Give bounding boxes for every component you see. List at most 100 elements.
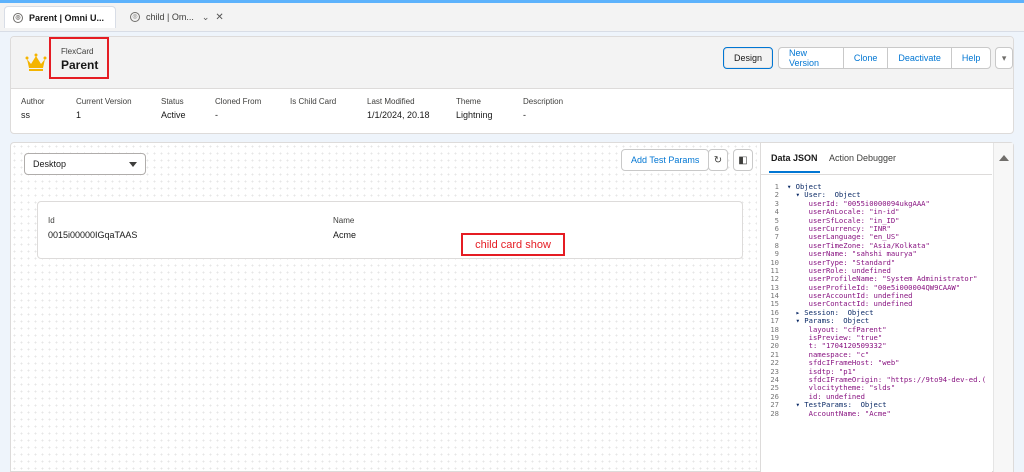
- json-line: 6 userCurrency: "INR": [761, 224, 992, 233]
- line-number: 4: [774, 207, 779, 217]
- device-select[interactable]: Desktop: [24, 153, 146, 175]
- debug-panel: Data JSON Action Debugger 1 ▾ Object 2 ▾ U…: [760, 143, 992, 472]
- json-line: 21 namespace: "c": [761, 350, 992, 359]
- panel-scrollbar[interactable]: [993, 143, 1013, 472]
- add-test-params-button[interactable]: Add Test Params: [621, 149, 710, 171]
- panel-toggle-button[interactable]: ◧: [733, 149, 753, 171]
- json-text: userAccountId: undefined: [787, 292, 913, 301]
- json-line: 20 t: "1704120509332": [761, 342, 992, 351]
- header-actions: Design New Version Clone Deactivate Help…: [723, 47, 1013, 71]
- json-text: isPreview: "true": [787, 334, 883, 343]
- tab-strip-accent: [0, 0, 1024, 3]
- json-line: 16 ▸ Session: Object: [761, 308, 992, 317]
- browser-tab-child[interactable]: ◎ child | Om... ⌄ ✕: [122, 6, 240, 28]
- json-viewer[interactable]: 1 ▾ Object 2 ▾ User: Object 3 userId: "0055…: [761, 183, 992, 472]
- detail-value: Active: [161, 110, 186, 120]
- designer-workspace: Desktop Add Test Params ↻ ◧ Id 0015i0000…: [10, 142, 1014, 472]
- detail-theme: Theme Lightning: [456, 97, 493, 120]
- json-text: ▸ Session: Object: [787, 308, 874, 317]
- detail-value: Lightning: [456, 110, 493, 120]
- detail-label: Last Modified: [367, 97, 415, 106]
- help-button[interactable]: Help: [950, 47, 992, 69]
- device-select-value: Desktop: [33, 159, 67, 169]
- line-number: 5: [774, 215, 779, 225]
- field-name: Name Acme: [333, 216, 356, 240]
- page-title: Parent: [61, 58, 99, 72]
- clone-button[interactable]: Clone: [842, 47, 889, 69]
- json-line: 1 ▾ Object: [761, 183, 992, 191]
- json-text: sfdcIFrameHost: "web": [787, 359, 900, 368]
- json-text: userLanguage: "en_US": [787, 233, 900, 242]
- detail-value: 1: [76, 110, 82, 120]
- field-label: Name: [333, 216, 355, 225]
- json-text: ▾ User: Object: [787, 191, 861, 200]
- close-icon[interactable]: ✕: [215, 12, 223, 23]
- json-text: ▾ TestParams: Object: [787, 401, 887, 410]
- refresh-button[interactable]: ↻: [708, 149, 728, 171]
- browser-tab-label: child | Om...: [146, 12, 194, 22]
- record-type-label: FlexCard: [61, 47, 94, 56]
- json-line: 23 isdtp: "p1": [761, 367, 992, 376]
- detail-label: Status: [161, 97, 184, 106]
- json-line: 9 userName: "sahshi maurya": [761, 249, 992, 259]
- detail-label: Is Child Card: [290, 97, 337, 106]
- line-number: 8: [774, 240, 779, 250]
- more-actions-button[interactable]: ▾: [995, 47, 1013, 69]
- json-text: userProfileId: "00e5i000004QW9CAAW": [787, 283, 961, 292]
- detail-is-child-card: Is Child Card: [290, 97, 336, 110]
- detail-value: -: [523, 110, 526, 120]
- detail-current-version: Current Version 1: [76, 97, 132, 120]
- json-line: 4 userAnLocale: "in-id": [761, 207, 992, 217]
- json-text: ▾ Object: [787, 183, 822, 191]
- json-text: userRole: undefined: [787, 266, 891, 275]
- line-number: 2: [774, 190, 779, 200]
- json-line: 8 userTimeZone: "Asia/Kolkata": [761, 240, 992, 250]
- panel-toggle-icon: ◧: [738, 154, 748, 166]
- salesforce-tab-icon: ◎: [13, 12, 23, 23]
- json-text: id: undefined: [787, 392, 865, 401]
- tab-action-debugger[interactable]: Action Debugger: [829, 153, 896, 163]
- annotation-callout: child card show: [461, 233, 565, 256]
- json-line: 12 userProfileName: "System Administrato…: [761, 274, 992, 283]
- json-line: 14 userAccountId: undefined: [761, 291, 992, 301]
- browser-tab-parent[interactable]: ◎ Parent | Omni U...: [4, 6, 116, 28]
- deactivate-button[interactable]: Deactivate: [887, 47, 952, 69]
- detail-label: Author: [21, 97, 45, 106]
- json-text: sfdcIFrameOrigin: "https://9to94-dev-ed.…: [787, 375, 987, 384]
- chevron-down-icon[interactable]: ⌄: [202, 12, 210, 23]
- detail-label: Current Version: [76, 97, 132, 106]
- crown-icon: [25, 53, 47, 71]
- detail-last-modified: Last Modified 1/1/2024, 20.18: [367, 97, 430, 120]
- json-text: userContactId: undefined: [787, 300, 913, 309]
- json-text: namespace: "c": [787, 350, 870, 359]
- json-text: userCurrency: "INR": [787, 224, 891, 233]
- field-value: Acme: [333, 230, 357, 240]
- json-text: vlocitytheme: "slds": [787, 384, 896, 393]
- panel-tabs: Data JSON Action Debugger: [761, 143, 992, 175]
- salesforce-tab-icon: ◎: [130, 12, 140, 22]
- json-line: 5 userSfLocale: "in_ID": [761, 215, 992, 225]
- design-button[interactable]: Design: [723, 47, 774, 69]
- json-line: 7 userLanguage: "en_US": [761, 232, 992, 242]
- json-line: 24 sfdcIFrameOrigin: "https://9to94-dev-…: [761, 375, 992, 384]
- field-label: Id: [48, 216, 55, 225]
- window-edge: [1014, 32, 1024, 472]
- caret-down-icon: [129, 162, 137, 167]
- browser-tab-label: Parent | Omni U...: [29, 12, 105, 23]
- detail-cloned-from: Cloned From -: [215, 97, 261, 120]
- json-line: 25 vlocitytheme: "slds": [761, 383, 992, 393]
- json-text: userName: "sahshi maurya": [787, 250, 917, 259]
- json-line: 17 ▾ Params: Object: [761, 316, 992, 326]
- new-version-button[interactable]: New Version: [778, 47, 844, 69]
- tab-data-json[interactable]: Data JSON: [769, 153, 820, 173]
- detail-author: Author ss: [21, 97, 45, 120]
- preview-canvas: Desktop Add Test Params ↻ ◧ Id 0015i0000…: [11, 143, 757, 472]
- json-text: userSfLocale: "in_ID": [787, 216, 900, 225]
- json-line: 2 ▾ User: Object: [761, 190, 992, 200]
- line-number: 7: [774, 232, 779, 242]
- json-text: userAnLocale: "in-id": [787, 208, 900, 217]
- line-number: 28: [770, 408, 779, 418]
- flexcard-header: FlexCard Parent Design New Version Clone…: [10, 36, 1014, 134]
- json-text: ▾ Params: Object: [787, 317, 870, 326]
- scroll-up-icon[interactable]: [999, 155, 1009, 161]
